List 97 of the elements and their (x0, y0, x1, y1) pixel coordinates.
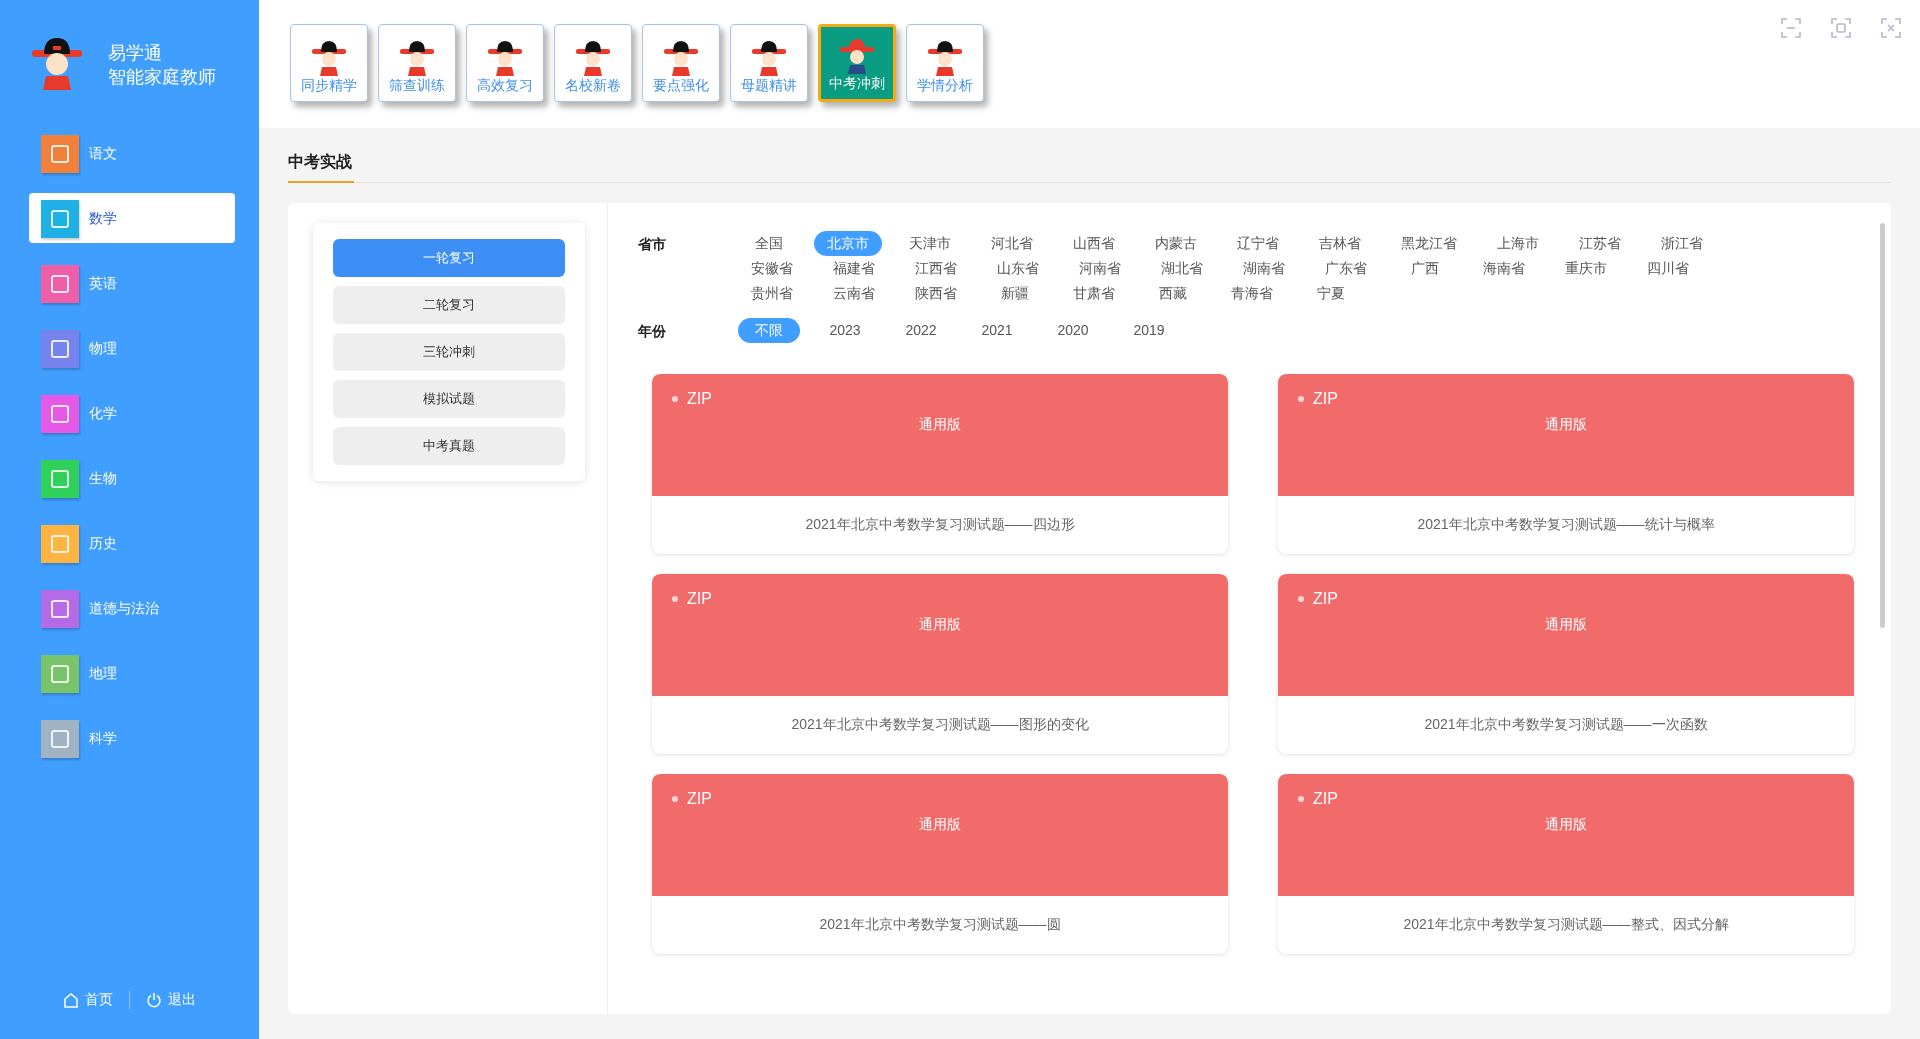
file-format: ZIP (687, 790, 712, 808)
stage-button[interactable]: 模拟试题 (333, 380, 565, 418)
mascot-icon (309, 39, 349, 77)
filter-option[interactable]: 福建省 (820, 256, 888, 281)
filter-option[interactable]: 浙江省 (1648, 231, 1716, 256)
bullet-icon (672, 796, 678, 802)
resource-card[interactable]: ZIP 通用版 2021年北京中考数学复习测试题——一次函数 (1278, 574, 1854, 754)
mascot-icon (837, 37, 877, 75)
filter-option[interactable]: 云南省 (820, 281, 888, 306)
bullet-icon (1298, 796, 1304, 802)
minimize-icon[interactable] (1780, 17, 1802, 39)
file-format: ZIP (1313, 790, 1338, 808)
filter-option[interactable]: 四川省 (1634, 256, 1702, 281)
maximize-icon[interactable] (1830, 17, 1852, 39)
filter-option[interactable]: 上海市 (1484, 231, 1552, 256)
filter-option[interactable]: 广西 (1394, 256, 1456, 281)
resource-title: 2021年北京中考数学复习测试题——四边形 (804, 515, 1076, 534)
filter-option[interactable]: 黑龙江省 (1388, 231, 1470, 256)
bullet-icon (1298, 596, 1304, 602)
edition-label: 通用版 (1544, 616, 1588, 634)
filter-option[interactable]: 2019 (1118, 318, 1180, 343)
filter-option[interactable]: 青海省 (1218, 281, 1286, 306)
brand-subtitle: 智能家庭教师 (108, 66, 216, 89)
resource-title: 2021年北京中考数学复习测试题——一次函数 (1423, 715, 1709, 734)
module-tab[interactable]: 学情分析 (906, 24, 984, 102)
edition-label: 通用版 (918, 816, 962, 834)
filter-option[interactable]: 全国 (738, 231, 800, 256)
mascot-icon (397, 39, 437, 77)
mascot-icon (573, 39, 613, 77)
filter-option[interactable]: 贵州省 (738, 281, 806, 306)
brand-name: 易学通 (108, 42, 163, 65)
module-tab[interactable]: 母题精讲 (730, 24, 808, 102)
file-format: ZIP (687, 390, 712, 408)
filter-option[interactable]: 山东省 (984, 256, 1052, 281)
mascot-icon (485, 39, 525, 77)
module-tab[interactable]: 筛查训练 (378, 24, 456, 102)
resource-title: 2021年北京中考数学复习测试题——圆 (818, 915, 1062, 934)
filter-option[interactable]: 江西省 (902, 256, 970, 281)
home-icon (63, 992, 79, 1008)
filter-option[interactable]: 西藏 (1142, 281, 1204, 306)
filter-option[interactable]: 河北省 (978, 231, 1046, 256)
stage-button[interactable]: 二轮复习 (333, 286, 565, 324)
module-tab[interactable]: 高效复习 (466, 24, 544, 102)
bullet-icon (672, 396, 678, 402)
edition-label: 通用版 (918, 616, 962, 634)
mascot-icon (925, 39, 965, 77)
filter-option[interactable]: 吉林省 (1306, 231, 1374, 256)
resource-card[interactable]: ZIP 通用版 2021年北京中考数学复习测试题——图形的变化 (652, 574, 1228, 754)
filter-option[interactable]: 广东省 (1312, 256, 1380, 281)
filter-option[interactable]: 甘肃省 (1060, 281, 1128, 306)
file-format: ZIP (1313, 390, 1338, 408)
resource-title: 2021年北京中考数学复习测试题——图形的变化 (790, 715, 1090, 734)
scrollbar[interactable] (1880, 223, 1885, 628)
bullet-icon (672, 596, 678, 602)
close-icon[interactable] (1880, 17, 1902, 39)
section-title: 中考实战 (288, 152, 354, 183)
edition-label: 通用版 (1544, 816, 1588, 834)
stage-button[interactable]: 中考真题 (333, 427, 565, 465)
resource-card[interactable]: ZIP 通用版 2021年北京中考数学复习测试题——圆 (652, 774, 1228, 954)
filter-option[interactable]: 安徽省 (738, 256, 806, 281)
resource-card[interactable]: ZIP 通用版 2021年北京中考数学复习测试题——四边形 (652, 374, 1228, 554)
filter-option[interactable]: 2020 (1042, 318, 1104, 343)
filter-option[interactable]: 2021 (966, 318, 1028, 343)
filter-option[interactable]: 2023 (814, 318, 876, 343)
filter-option[interactable]: 宁夏 (1300, 281, 1362, 306)
filter-option[interactable]: 陕西省 (902, 281, 970, 306)
module-tab[interactable]: 名校新卷 (554, 24, 632, 102)
mascot-icon (661, 39, 701, 77)
edition-label: 通用版 (1544, 416, 1588, 434)
resource-card[interactable]: ZIP 通用版 2021年北京中考数学复习测试题——统计与概率 (1278, 374, 1854, 554)
filter-option[interactable]: 辽宁省 (1224, 231, 1292, 256)
resource-title: 2021年北京中考数学复习测试题——统计与概率 (1416, 515, 1716, 534)
filter-option[interactable]: 海南省 (1470, 256, 1538, 281)
filter-option[interactable]: 山西省 (1060, 231, 1128, 256)
resource-title: 2021年北京中考数学复习测试题——整式、因式分解 (1402, 915, 1730, 934)
resource-card[interactable]: ZIP 通用版 2021年北京中考数学复习测试题——整式、因式分解 (1278, 774, 1854, 954)
filter-option[interactable]: 2022 (890, 318, 952, 343)
filter-label: 年份 (638, 322, 667, 341)
module-tab[interactable]: 要点强化 (642, 24, 720, 102)
filter-option[interactable]: 天津市 (896, 231, 964, 256)
subject-item[interactable]: 数学 (29, 193, 235, 243)
file-format: ZIP (1313, 590, 1338, 608)
filter-option[interactable]: 湖北省 (1148, 256, 1216, 281)
edition-label: 通用版 (918, 416, 962, 434)
stage-button[interactable]: 三轮冲刺 (333, 333, 565, 371)
filter-option[interactable]: 重庆市 (1552, 256, 1620, 281)
filter-label: 省市 (638, 235, 667, 254)
filter-option[interactable]: 河南省 (1066, 256, 1134, 281)
power-icon (146, 992, 162, 1008)
bullet-icon (1298, 396, 1304, 402)
filter-option[interactable]: 内蒙古 (1142, 231, 1210, 256)
mascot-icon (749, 39, 789, 77)
module-tab[interactable]: 同步精学 (290, 24, 368, 102)
filter-option[interactable]: 江苏省 (1566, 231, 1634, 256)
filter-option[interactable]: 新疆 (984, 281, 1046, 306)
filter-option[interactable]: 湖南省 (1230, 256, 1298, 281)
file-format: ZIP (687, 590, 712, 608)
